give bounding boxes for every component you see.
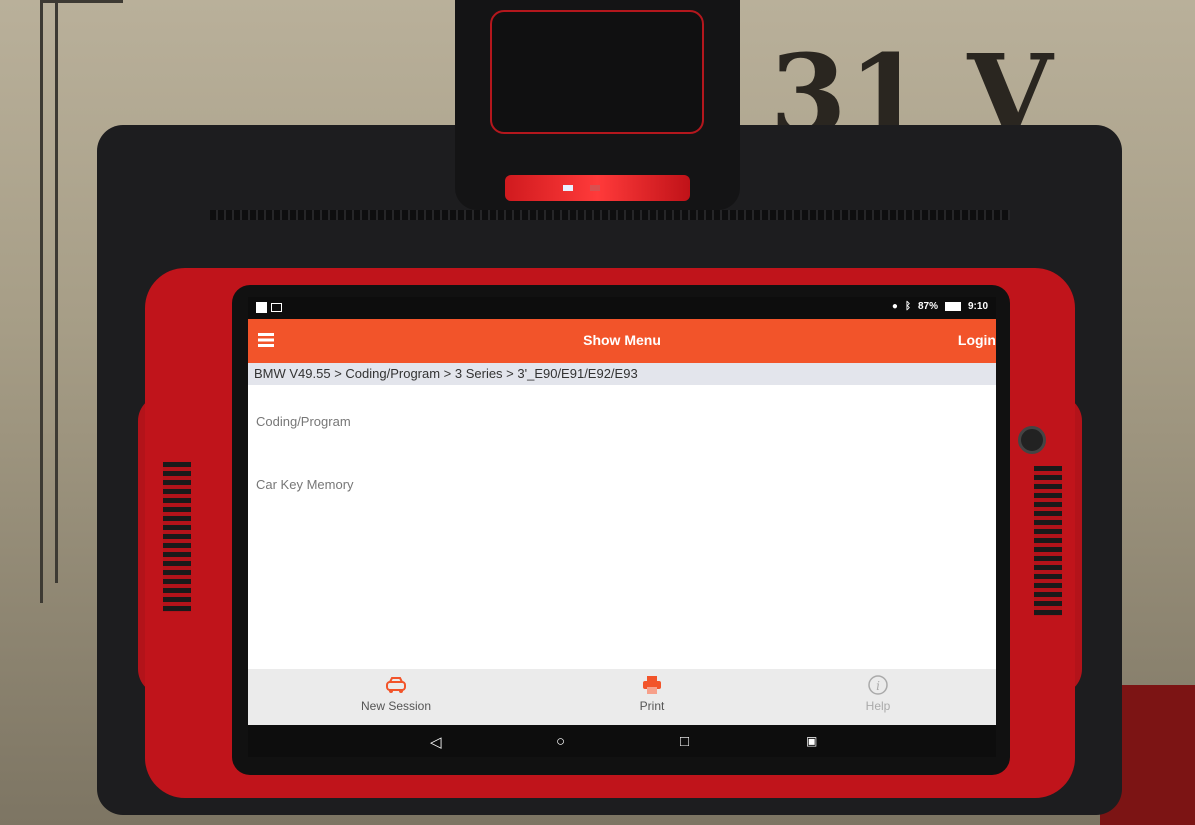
back-icon[interactable]: ◁: [430, 733, 442, 751]
car-icon: [386, 677, 406, 693]
page-title: Show Menu: [583, 332, 661, 348]
menu-item-car-key-memory[interactable]: Car Key Memory: [256, 477, 354, 492]
menu-item-coding-program[interactable]: Coding/Program: [256, 414, 351, 429]
svg-text:i: i: [876, 679, 880, 693]
help-label: Help: [865, 699, 891, 713]
info-icon: i: [868, 675, 888, 695]
new-session-label: New Session: [360, 699, 432, 713]
notification-icon: [256, 302, 267, 313]
new-session-button[interactable]: New Session: [336, 675, 456, 713]
bottom-action-bar: New Session Print i Help: [248, 669, 996, 725]
recents-icon[interactable]: □: [680, 733, 689, 750]
tablet-screen: ● ᛒ 87% 9:10 Show Menu Login BMW V49.55 …: [248, 297, 996, 757]
speaker-grille-left: [163, 462, 191, 612]
android-nav-bar: ◁ ○ □ ▣: [248, 725, 996, 757]
help-button[interactable]: i Help: [818, 675, 938, 713]
speaker-grille-right: [1034, 466, 1062, 616]
led-indicator: [590, 185, 600, 191]
tablet-vent: [210, 210, 1010, 220]
battery-icon: [944, 302, 961, 311]
bluetooth-icon: ᛒ: [904, 301, 911, 312]
screenshot-icon[interactable]: ▣: [806, 734, 817, 748]
print-label: Print: [639, 699, 665, 713]
location-icon: ●: [891, 301, 898, 312]
breadcrumb: BMW V49.55 > Coding/Program > 3 Series >…: [248, 363, 996, 385]
print-button[interactable]: Print: [592, 675, 712, 713]
login-button[interactable]: Login: [958, 332, 996, 348]
led-indicator: [563, 185, 573, 191]
vci-dongle-face: [490, 10, 704, 134]
battery-percent: 87%: [917, 301, 938, 312]
camera-icon: [1018, 426, 1046, 454]
app-header: Show Menu Login: [248, 319, 996, 363]
status-bar: ● ᛒ 87% 9:10: [248, 297, 996, 319]
printer-icon: [643, 676, 661, 694]
screenshot-notification-icon: [271, 303, 282, 312]
home-icon[interactable]: ○: [556, 733, 565, 750]
clock: 9:10: [967, 301, 988, 312]
